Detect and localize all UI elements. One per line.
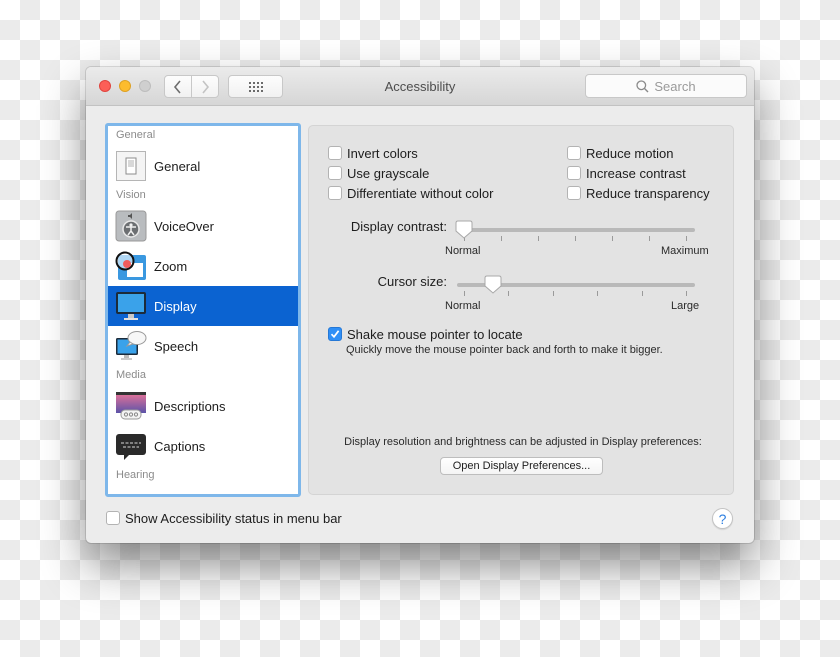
slider-thumb[interactable] [455,220,473,240]
sidebar-item-label: VoiceOver [154,218,214,234]
title-bar: Accessibility Search [86,67,754,106]
reduce-motion-checkbox[interactable]: Reduce motion [567,144,673,162]
help-button[interactable]: ? [712,508,733,529]
search-field[interactable]: Search [585,74,747,98]
checkbox-box[interactable] [328,327,342,341]
captions-icon [115,430,147,462]
section-label-general: General [116,129,156,141]
speech-bubble-monitor-icon [115,330,147,362]
section-label-media: Media [116,369,146,381]
sidebar-item-voiceover[interactable]: VoiceOver [108,206,298,246]
sidebar-item-label: General [154,158,201,174]
checkbox-label: Increase contrast [586,165,686,181]
sidebar-item-zoom[interactable]: Zoom [108,246,298,286]
sidebar-item-display[interactable]: Display [108,286,298,326]
sidebar-item-speech[interactable]: Speech [108,326,298,366]
sidebar-item-label: Display [154,298,197,314]
display-contrast-label: Display contrast: [350,219,447,234]
open-display-preferences-button[interactable]: Open Display Preferences... [440,457,603,475]
display-prefs-note: Display resolution and brightness can be… [344,436,702,448]
slider-tick [641,291,643,296]
search-icon [636,79,649,92]
checkbox-box[interactable] [567,166,581,180]
slider-track[interactable] [457,228,695,232]
checkbox-label: Differentiate without color [347,185,494,201]
differentiate-without-color-checkbox[interactable]: Differentiate without color [328,184,493,202]
checkmark-icon [330,330,340,339]
show-status-in-menu-bar-checkbox[interactable]: Show Accessibility status in menu bar [106,509,342,527]
slider-tick [612,236,613,241]
display-contrast-max-label: Maximum [661,245,709,257]
display-settings-pane: Invert colors Use grayscale Differentiat… [308,125,734,495]
use-grayscale-checkbox[interactable]: Use grayscale [328,164,429,182]
slider-tick [686,291,687,296]
sidebar-item-general[interactable]: General [108,146,298,186]
checkbox-box[interactable] [328,166,342,180]
section-label-vision: Vision [116,189,146,201]
checkbox-box[interactable] [328,146,342,160]
increase-contrast-checkbox[interactable]: Increase contrast [567,164,686,182]
checkbox-box[interactable] [567,146,581,160]
sidebar-item-captions[interactable]: Captions [108,426,298,466]
descriptions-icon [115,390,147,422]
cursor-size-label: Cursor size: [377,274,447,289]
sidebar-item-label: Zoom [154,258,188,274]
checkbox-box[interactable] [106,511,120,525]
checkbox-label: Reduce motion [586,145,674,161]
slider-tick [552,291,554,296]
checkbox-label: Invert colors [347,145,418,161]
slider-tick [508,291,510,296]
help-question-icon: ? [718,510,727,527]
slider-tick [686,236,687,241]
invert-colors-checkbox[interactable]: Invert colors [328,144,418,162]
accessibility-window: Accessibility Search General General Vis… [86,67,754,543]
category-list[interactable]: General General Vision VoiceOver Zoom Di… [105,123,301,497]
checkbox-box[interactable] [567,186,581,200]
sidebar-item-descriptions[interactable]: Descriptions [108,386,298,426]
slider-tick [501,236,502,241]
reduce-transparency-checkbox[interactable]: Reduce transparency [567,184,710,202]
slider-tick [464,291,465,296]
checkbox-box[interactable] [328,186,342,200]
sidebar-item-label: Descriptions [154,398,226,414]
cursor-size-max-label: Large [671,300,700,312]
voiceover-icon [115,210,147,242]
sidebar-item-label: Speech [154,338,199,354]
shake-mouse-pointer-checkbox[interactable]: Shake mouse pointer to locate [328,325,523,343]
section-label-hearing: Hearing [116,469,155,481]
shake-pointer-description: Quickly move the mouse pointer back and … [346,344,663,356]
slider-thumb[interactable] [484,275,502,295]
search-placeholder: Search [654,78,696,94]
display-monitor-icon [115,290,147,322]
checkbox-label: Reduce transparency [586,185,710,201]
checkbox-label: Show Accessibility status in menu bar [125,510,342,526]
cursor-size-min-label: Normal [445,300,481,312]
zoom-magnifier-icon [115,250,147,282]
general-switch-icon [115,150,147,182]
slider-tick [538,236,539,241]
slider-tick [597,291,599,296]
display-contrast-min-label: Normal [445,245,481,257]
slider-tick [649,236,650,241]
sidebar-item-label: Captions [154,438,206,454]
checkbox-label: Use grayscale [347,165,430,181]
slider-tick [575,236,576,241]
checkbox-label: Shake mouse pointer to locate [347,326,523,342]
